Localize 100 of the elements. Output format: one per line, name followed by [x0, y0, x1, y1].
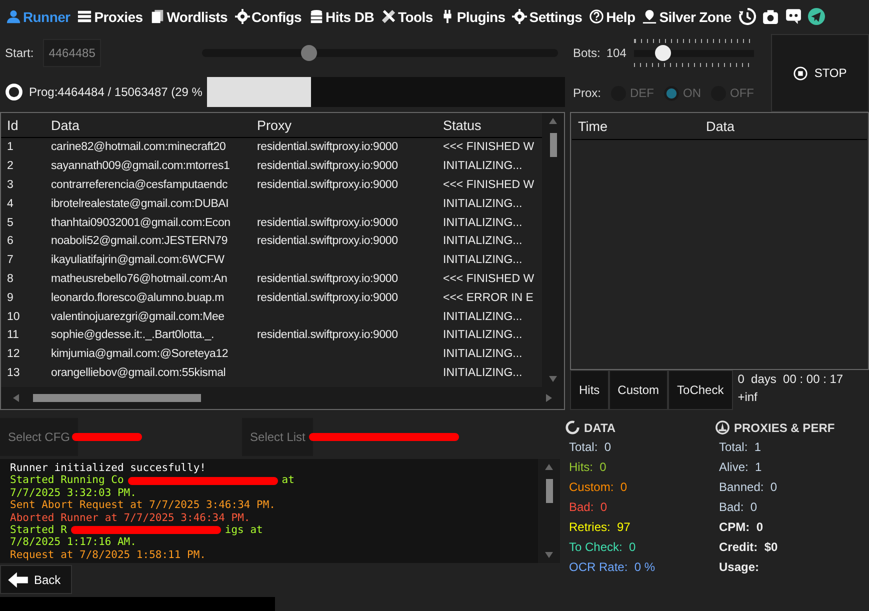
- column-header[interactable]: Data: [45, 118, 251, 132]
- column-header[interactable]: Time: [572, 118, 706, 134]
- table-cell-text: residential.swiftproxy.io:9000: [256, 235, 399, 248]
- table-cell-text: INITIALIZING...: [442, 366, 524, 379]
- table-cell-text: thanhtai09032001@gmail.com:Econ: [50, 216, 232, 229]
- table-cell-text: <<< FINISHED W: [442, 178, 536, 191]
- nav-tab[interactable]: Settings: [510, 8, 584, 24]
- nav-tab[interactable]: Tools: [379, 8, 435, 24]
- table-cell-text: 2: [6, 160, 14, 172]
- table-cell-text: residential.swiftproxy.io:9000: [256, 216, 399, 229]
- select-list-button[interactable]: Select List: [242, 418, 314, 456]
- table-cell-text: noaboli52@gmail.com:JESTERN79: [50, 235, 229, 248]
- table-cell-text: INITIALIZING...: [442, 329, 524, 342]
- filter-button[interactable]: Custom: [608, 370, 668, 410]
- table-cell-text: <<< ERROR IN E: [442, 292, 534, 304]
- progress-text: Prog:4464484 / 15063487 (29 %: [29, 85, 201, 100]
- paper-plane-icon[interactable]: [808, 8, 826, 25]
- scroll-thumb[interactable]: [550, 133, 556, 157]
- stat-text: Alive: 1: [718, 460, 763, 476]
- table-cell-text: contrarreferencia@cesfamputaendc: [50, 178, 229, 191]
- select-config-button[interactable]: Select CFG: [0, 418, 78, 456]
- nav-tab[interactable]: Hits DB: [306, 8, 376, 24]
- table-cell-text: residential.swiftproxy.io:9000: [256, 141, 399, 154]
- stop-button[interactable]: STOP: [771, 34, 869, 112]
- table-cell-text: leonardo.floresco@alumno.buap.m: [50, 292, 225, 304]
- table-cell-text: matheusrebello76@hotmail.com:An: [50, 272, 228, 285]
- table-cell-text: <<< FINISHED W: [442, 272, 536, 285]
- log-text: 7/8/2025 1:17:16 AM.: [10, 536, 136, 549]
- table-cell-text: INITIALIZING...: [442, 310, 524, 323]
- table-cell-text: residential.swiftproxy.io:9000: [256, 272, 399, 285]
- scroll-left-icon[interactable]: [13, 394, 19, 402]
- camera-icon[interactable]: [762, 8, 780, 25]
- section-title: PROXIES & PERF: [734, 420, 835, 434]
- back-arrow-icon: [7, 570, 29, 588]
- chat-icon[interactable]: [785, 8, 802, 25]
- filter-button[interactable]: Hits: [570, 370, 609, 410]
- table-cell-text: orangelliebov@gmail.com:55kismal: [50, 366, 227, 379]
- table-cell-text: residential.swiftproxy.io:9000: [256, 292, 399, 304]
- nav-tab[interactable]: Silver Zone: [640, 8, 734, 24]
- scroll-thumb[interactable]: [546, 479, 552, 503]
- stat-text: OCR Rate: 0 %: [568, 560, 656, 576]
- nav-tab[interactable]: Plugins: [438, 8, 508, 24]
- scroll-up-icon[interactable]: [545, 464, 553, 470]
- filter-button[interactable]: ToCheck: [668, 370, 733, 410]
- scroll-up-icon[interactable]: [549, 118, 557, 124]
- stat-text: Total: 0: [568, 440, 612, 456]
- table-cell-text: 6: [6, 235, 14, 248]
- log-text: Started R: [10, 524, 67, 536]
- documents-icon: [150, 9, 165, 24]
- nav-tab[interactable]: Proxies: [75, 8, 145, 24]
- table-cell-text: residential.swiftproxy.io:9000: [256, 329, 399, 342]
- log-text: at: [282, 474, 294, 487]
- nav-tab[interactable]: Runner: [4, 8, 72, 24]
- column-header[interactable]: Id: [1, 118, 45, 132]
- vertical-scrollbar[interactable]: [542, 113, 564, 387]
- log-text: igs at: [224, 524, 263, 536]
- stat-text: Banned: 0: [718, 480, 778, 496]
- progress-ring-icon: [5, 83, 23, 102]
- table-cell-text: 7: [6, 254, 14, 266]
- vertical-scrollbar[interactable]: [538, 459, 560, 563]
- slider-thumb[interactable]: [301, 44, 318, 61]
- scroll-right-icon[interactable]: [546, 394, 552, 402]
- nav-tab[interactable]: Configs: [232, 8, 304, 24]
- table-cell-text: residential.swiftproxy.io:9000: [256, 178, 399, 191]
- horizontal-scrollbar[interactable]: [1, 387, 564, 409]
- start-label: Start:: [5, 46, 34, 60]
- server-icon: [77, 9, 92, 24]
- stat-text: Credit: $0: [718, 540, 779, 556]
- table-cell-text: 12: [6, 348, 21, 360]
- table-cell-text: <<< FINISHED W: [442, 141, 536, 154]
- column-header[interactable]: Proxy: [251, 118, 437, 132]
- table-cell-text: kimjumia@gmail.com:@Soreteya12: [50, 348, 230, 360]
- log-text: Runner initialized succesfully!: [10, 462, 206, 474]
- slider-thumb[interactable]: [655, 45, 672, 61]
- column-header[interactable]: Status: [437, 118, 542, 132]
- scroll-thumb[interactable]: [33, 394, 201, 402]
- history-icon[interactable]: [739, 8, 756, 25]
- nav-tab[interactable]: Help: [587, 8, 638, 24]
- stat-text: Custom: 0: [568, 480, 628, 496]
- stop-icon: [793, 66, 808, 80]
- table-cell-text: sayannath009@gmail.com:mtorres1: [50, 160, 231, 172]
- person-icon: [6, 9, 21, 24]
- scroll-down-icon[interactable]: [549, 376, 557, 382]
- nav-tab[interactable]: Wordlists: [148, 8, 230, 24]
- table-cell-text: sophie@gdesse.it:._.Bart0lotta._.: [50, 329, 215, 342]
- log-text: Started Running Co: [10, 474, 124, 487]
- table-cell-text: INITIALIZING...: [442, 160, 524, 172]
- elapsed-time: 0 days 00 : 00 : 17: [738, 372, 844, 386]
- table-cell-text: 8: [6, 272, 14, 285]
- start-field[interactable]: 4464485: [42, 38, 102, 67]
- table-cell-text: valentinojuarezgri@gmail.com:Mee: [50, 310, 226, 323]
- stat-text: Retries: 97: [568, 520, 632, 536]
- column-header[interactable]: Data: [706, 118, 735, 134]
- gear-icon: [234, 9, 250, 24]
- log-text: Sent Abort Request at 7/7/2025 3:46:34 PM.: [10, 499, 276, 512]
- stat-text: Hits: 0: [568, 460, 608, 476]
- table-cell-text: 4: [6, 198, 14, 210]
- stat-text: Total: 1: [718, 440, 762, 456]
- scroll-down-icon[interactable]: [545, 552, 553, 558]
- back-button[interactable]: Back: [0, 565, 72, 594]
